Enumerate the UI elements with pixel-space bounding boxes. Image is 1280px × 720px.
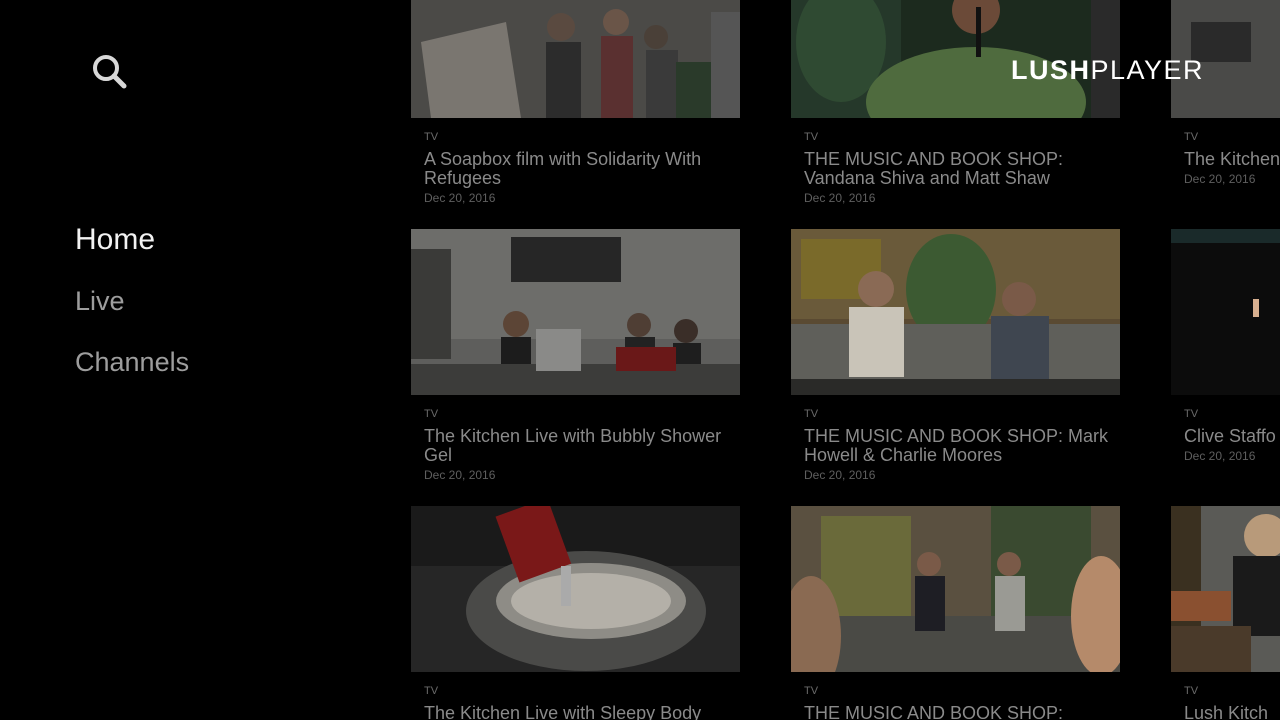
video-category: TV xyxy=(804,131,819,143)
video-meta: TV Lush Kitch xyxy=(1184,684,1280,720)
video-thumbnail[interactable] xyxy=(1171,506,1280,672)
search-icon xyxy=(93,55,127,89)
app-screen: TV A Soapbox film with Solidarity With R… xyxy=(0,0,1280,720)
video-category: TV xyxy=(424,685,439,697)
video-category: TV xyxy=(424,131,439,143)
nav-item-channels[interactable]: Channels xyxy=(75,342,189,382)
video-date: Dec 20, 2016 xyxy=(424,191,496,205)
brand-logo-part2: PLAYER xyxy=(1090,55,1205,85)
video-title: THE MUSIC AND BOOK SHOP: Mark Howell & C… xyxy=(804,427,1109,465)
nav-item-home[interactable]: Home xyxy=(75,220,189,260)
video-category: TV xyxy=(804,685,819,697)
video-thumbnail[interactable] xyxy=(411,0,740,118)
video-title: Lush Kitch xyxy=(1184,704,1269,720)
video-meta: TV THE MUSIC AND BOOK SHOP: Mark Howell … xyxy=(804,407,1114,482)
video-title: The Kitchen Live with Sleepy Body xyxy=(424,704,702,720)
nav-item-live[interactable]: Live xyxy=(75,281,189,321)
video-category: TV xyxy=(1184,685,1199,697)
video-date: Dec 20, 2016 xyxy=(1184,449,1256,463)
partial-column: TV The Kitchen Dec 20, 2016 TV Clive Sta… xyxy=(1171,0,1280,720)
video-thumbnail[interactable] xyxy=(791,506,1120,672)
video-date: Dec 20, 2016 xyxy=(424,468,496,482)
video-date: Dec 20, 2016 xyxy=(804,468,876,482)
video-title: The Kitchen Live with Bubbly Shower Gel xyxy=(424,427,722,465)
video-meta: TV The Kitchen Live with Bubbly Shower G… xyxy=(424,407,734,482)
video-thumbnail[interactable] xyxy=(411,229,740,395)
video-date: Dec 20, 2016 xyxy=(804,191,876,205)
video-title: The Kitchen xyxy=(1184,150,1280,169)
video-title: THE MUSIC AND BOOK SHOP: xyxy=(804,704,1064,720)
brand-logo-part1: LUSH xyxy=(1011,55,1091,85)
video-thumbnail[interactable] xyxy=(791,229,1120,395)
video-thumbnail[interactable] xyxy=(1171,229,1280,395)
video-title: A Soapbox film with Solidarity With Refu… xyxy=(424,150,702,188)
video-meta: TV THE MUSIC AND BOOK SHOP: xyxy=(804,684,1114,720)
video-date: Dec 20, 2016 xyxy=(1184,172,1256,186)
video-thumbnail[interactable] xyxy=(411,506,740,672)
video-meta: TV The Kitchen Live with Sleepy Body xyxy=(424,684,734,720)
video-meta: TV A Soapbox film with Solidarity With R… xyxy=(424,130,734,205)
video-category: TV xyxy=(1184,408,1199,420)
video-category: TV xyxy=(1184,131,1199,143)
video-title: Clive Staffo and the dea xyxy=(1184,427,1280,446)
video-meta: TV Clive Staffo and the dea Dec 20, 2016 xyxy=(1184,407,1280,463)
main-nav: Home Live Channels xyxy=(75,220,189,403)
video-title: THE MUSIC AND BOOK SHOP: Vandana Shiva a… xyxy=(804,150,1064,188)
video-category: TV xyxy=(804,408,819,420)
video-category: TV xyxy=(424,408,439,420)
brand-logo: LUSHPLAYER xyxy=(1011,55,1204,86)
search-button[interactable] xyxy=(90,52,128,90)
sidebar: Home Live Channels xyxy=(0,0,380,720)
video-meta: TV The Kitchen Dec 20, 2016 xyxy=(1184,130,1280,186)
video-meta: TV THE MUSIC AND BOOK SHOP: Vandana Shiv… xyxy=(804,130,1114,205)
